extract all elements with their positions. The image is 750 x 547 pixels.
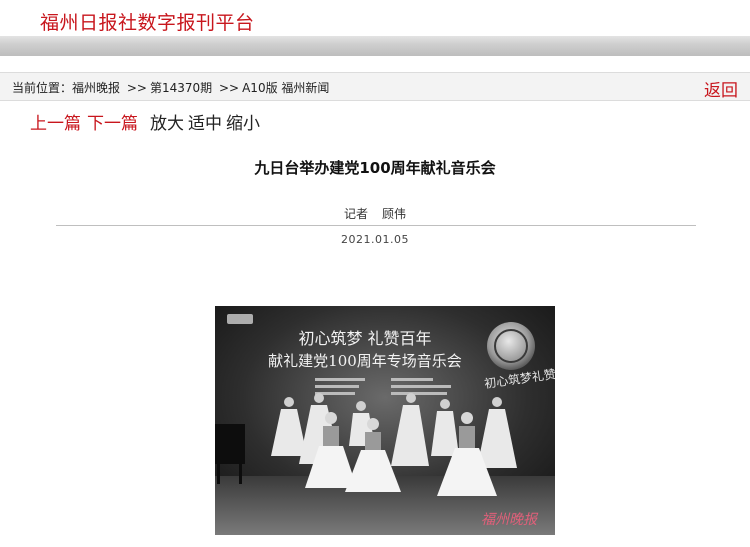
article-byline: 记者 顾伟: [0, 205, 750, 222]
next-article-link[interactable]: 下一篇: [87, 114, 138, 134]
zoom-fit-button[interactable]: 适中: [188, 114, 222, 134]
back-link[interactable]: 返回: [704, 76, 738, 101]
reporter-label: 记者: [343, 207, 368, 221]
zoom-out-button[interactable]: 缩小: [226, 114, 260, 134]
prev-article-link[interactable]: 上一篇: [30, 114, 81, 134]
breadcrumb-item-paper[interactable]: 福州晚报: [72, 81, 120, 95]
top-header-bar: 福州日报社数字报刊平台: [0, 0, 750, 56]
site-title: 福州日报社数字报刊平台: [40, 12, 255, 34]
breadcrumb-item-page[interactable]: A10版 福州新闻: [242, 81, 329, 95]
photo-banner-line2: 献礼建党100周年专场音乐会: [268, 352, 462, 370]
photo-watermark: 福州晚报: [481, 512, 539, 528]
article-nav: 上一篇 下一篇 放大 适中 缩小: [30, 109, 264, 134]
breadcrumb-trail: 当前位置：福州晚报 >> 第14370期 >> A10版 福州新闻: [12, 79, 329, 96]
breadcrumb-item-issue[interactable]: 第14370期: [150, 81, 212, 95]
breadcrumb-separator: >>: [126, 81, 147, 95]
photo-banner-line1: 初心筑梦 礼赞百年: [298, 329, 431, 348]
breadcrumb-prefix: 当前位置：: [12, 81, 73, 95]
article-date: 2021.01.05: [341, 233, 409, 246]
reporter-name: 顾伟: [382, 207, 407, 221]
breadcrumb-separator: >>: [218, 81, 240, 95]
breadcrumb: 当前位置：福州晚报 >> 第14370期 >> A10版 福州新闻 返回: [0, 72, 750, 101]
article-photo: 初心筑梦 礼赞百年 献礼建党100周年专场音乐会 初心筑梦礼赞百年 福州晚报: [215, 306, 555, 535]
zoom-in-button[interactable]: 放大: [150, 114, 184, 134]
byline-divider: [56, 225, 696, 226]
article-title: 九日台举办建党100周年献礼音乐会: [254, 159, 496, 177]
